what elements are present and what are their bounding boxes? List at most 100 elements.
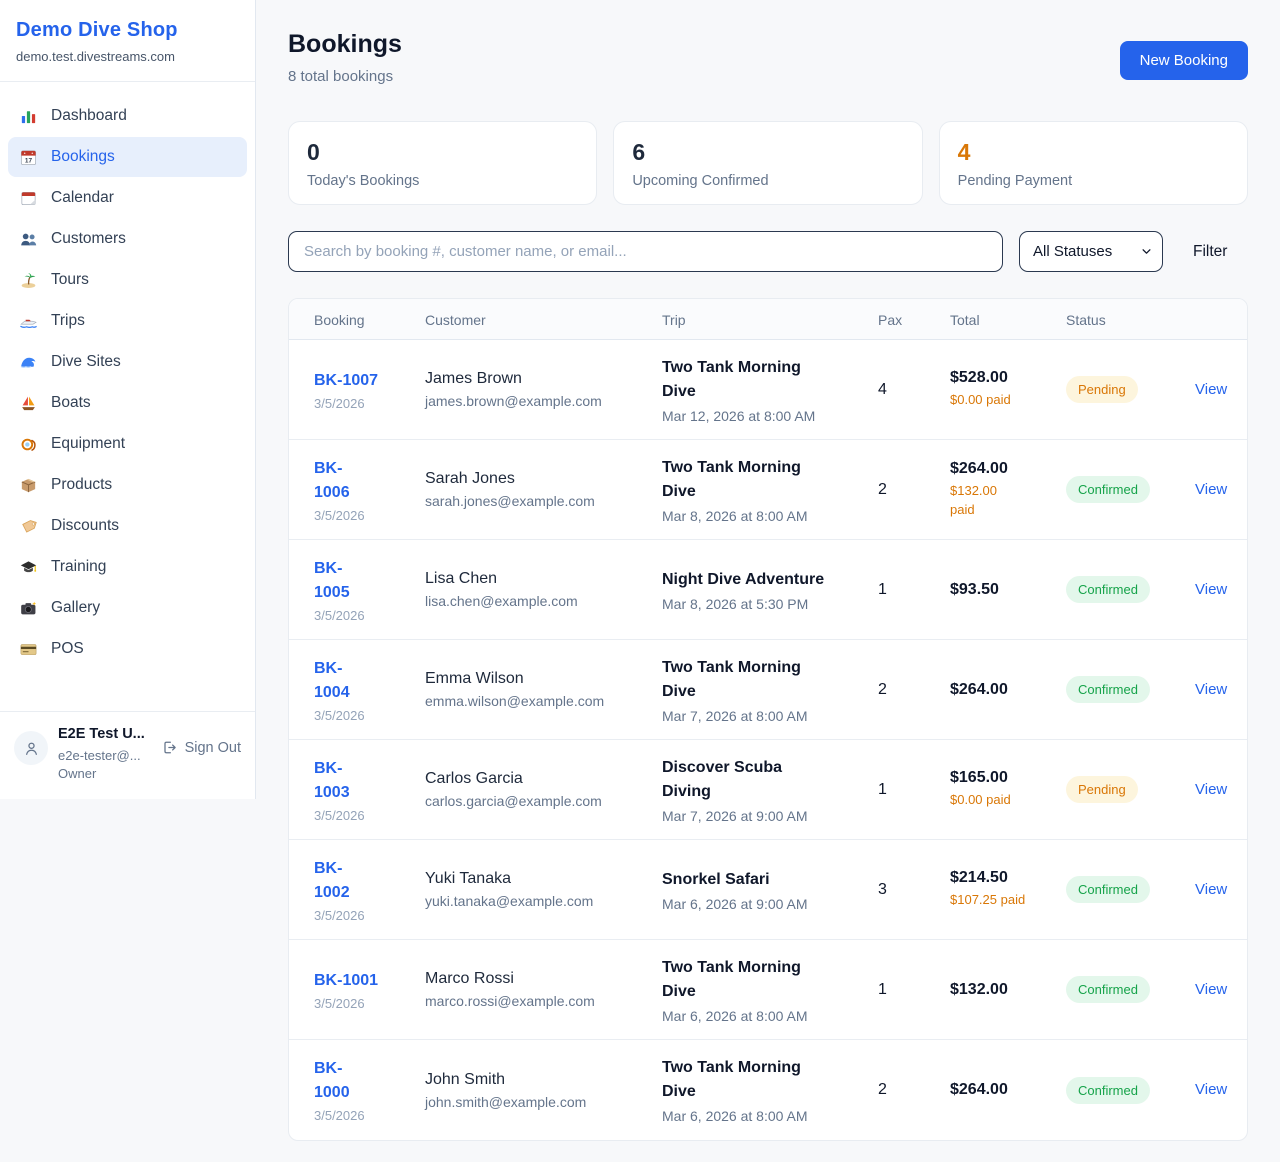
booking-cell: BK- 1004 3/5/2026: [314, 643, 425, 737]
view-link[interactable]: View: [1195, 1081, 1227, 1098]
speedboat-icon: [18, 311, 38, 331]
sidebar-item-boats[interactable]: Boats: [8, 383, 247, 423]
pax-cell: 1: [878, 567, 950, 613]
trip-datetime: Mar 6, 2026 at 8:00 AM: [662, 1008, 868, 1024]
booking-cell: BK-1007 3/5/2026: [314, 355, 425, 425]
booking-date: 3/5/2026: [314, 996, 415, 1011]
booking-id-link[interactable]: BK- 1000: [314, 1057, 415, 1105]
page-subtitle: 8 total bookings: [288, 68, 402, 85]
stat-label: Upcoming Confirmed: [632, 173, 903, 189]
sign-out-button[interactable]: Sign Out: [161, 739, 241, 756]
paid-amount: $107.25 paid: [950, 891, 1056, 910]
status-badge: Confirmed: [1066, 476, 1150, 503]
sidebar-item-equipment[interactable]: Equipment: [8, 424, 247, 464]
total-amount: $93.50: [950, 581, 1056, 599]
col-header-status: Status: [1066, 299, 1195, 339]
booking-id-link[interactable]: BK-1007: [314, 369, 415, 393]
trip-cell: Two Tank Morning Dive Mar 12, 2026 at 8:…: [662, 342, 878, 438]
sidebar-item-trips[interactable]: Trips: [8, 301, 247, 341]
total-cell: $214.50 $107.25 paid: [950, 855, 1066, 924]
table-row: BK- 1003 3/5/2026 Carlos Garcia carlos.g…: [289, 740, 1247, 840]
total-amount: $165.00: [950, 769, 1056, 787]
pax-cell: 1: [878, 967, 950, 1013]
search-input[interactable]: [288, 231, 1003, 272]
trip-cell: Two Tank Morning Dive Mar 7, 2026 at 8:0…: [662, 642, 878, 738]
pax-cell: 1: [878, 767, 950, 813]
calendar-icon: [18, 188, 38, 208]
sidebar-item-customers[interactable]: Customers: [8, 219, 247, 259]
view-link[interactable]: View: [1195, 981, 1227, 998]
actions-cell: View: [1195, 367, 1237, 413]
sidebar-item-calendar[interactable]: Calendar: [8, 178, 247, 218]
sidebar-item-products[interactable]: Products: [8, 465, 247, 505]
stat-value: 6: [632, 139, 903, 166]
sidebar-item-pos[interactable]: POS: [8, 629, 247, 669]
status-cell: Confirmed: [1066, 462, 1195, 517]
booking-id-link[interactable]: BK- 1004: [314, 657, 415, 705]
table-row: BK- 1004 3/5/2026 Emma Wilson emma.wilso…: [289, 640, 1247, 740]
trip-name: Two Tank Morning Dive: [662, 456, 868, 504]
stat-cards: 0 Today's Bookings 6 Upcoming Confirmed …: [288, 121, 1248, 205]
customer-cell: Marco Rossi marco.rossi@example.com: [425, 956, 662, 1023]
main-content: Bookings 8 total bookings New Booking 0 …: [256, 0, 1280, 1141]
trip-datetime: Mar 6, 2026 at 9:00 AM: [662, 896, 868, 912]
trip-cell: Snorkel Safari Mar 6, 2026 at 9:00 AM: [662, 854, 878, 926]
table-row: BK-1007 3/5/2026 James Brown james.brown…: [289, 340, 1247, 440]
trip-datetime: Mar 8, 2026 at 5:30 PM: [662, 596, 868, 612]
table-row: BK-1001 3/5/2026 Marco Rossi marco.rossi…: [289, 940, 1247, 1040]
status-badge: Confirmed: [1066, 576, 1150, 603]
booking-date: 3/5/2026: [314, 508, 415, 523]
booking-id-link[interactable]: BK- 1002: [314, 857, 415, 905]
total-cell: $264.00: [950, 667, 1066, 713]
sailboat-icon: [18, 393, 38, 413]
sidebar-item-training[interactable]: Training: [8, 547, 247, 587]
total-amount: $528.00: [950, 369, 1056, 387]
view-link[interactable]: View: [1195, 581, 1227, 598]
tag-icon: [18, 516, 38, 536]
booking-id-link[interactable]: BK- 1005: [314, 557, 415, 605]
booking-cell: BK-1001 3/5/2026: [314, 955, 425, 1025]
sidebar-item-dashboard[interactable]: Dashboard: [8, 96, 247, 136]
view-link[interactable]: View: [1195, 481, 1227, 498]
booking-date: 3/5/2026: [314, 908, 415, 923]
customer-cell: Lisa Chen lisa.chen@example.com: [425, 556, 662, 623]
view-link[interactable]: View: [1195, 781, 1227, 798]
status-badge: Confirmed: [1066, 976, 1150, 1003]
svg-text:17: 17: [24, 157, 32, 164]
bookings-calendar-icon: 17: [18, 147, 38, 167]
stat-value: 0: [307, 139, 578, 166]
trip-name: Two Tank Morning Dive: [662, 356, 868, 404]
view-link[interactable]: View: [1195, 681, 1227, 698]
booking-cell: BK- 1003 3/5/2026: [314, 743, 425, 837]
sidebar-item-bookings[interactable]: 17 Bookings: [8, 137, 247, 177]
brand-name: Demo Dive Shop: [16, 19, 239, 42]
booking-id-link[interactable]: BK- 1006: [314, 457, 415, 505]
status-badge: Confirmed: [1066, 876, 1150, 903]
sidebar: Demo Dive Shop demo.test.divestreams.com…: [0, 0, 256, 799]
sidebar-item-tours[interactable]: Tours: [8, 260, 247, 300]
status-badge: Pending: [1066, 376, 1138, 403]
table-row: BK- 1005 3/5/2026 Lisa Chen lisa.chen@ex…: [289, 540, 1247, 640]
trip-name: Two Tank Morning Dive: [662, 956, 868, 1004]
sidebar-item-discounts[interactable]: Discounts: [8, 506, 247, 546]
brand-block: Demo Dive Shop demo.test.divestreams.com: [0, 0, 255, 82]
filter-button[interactable]: Filter: [1179, 243, 1241, 261]
total-amount: $132.00: [950, 981, 1056, 999]
sidebar-nav: Dashboard 17 Bookings Calendar Customers…: [0, 82, 255, 711]
brand-domain: demo.test.divestreams.com: [16, 49, 239, 64]
status-cell: Pending: [1066, 762, 1195, 817]
total-cell: $264.00 $132.00 paid: [950, 446, 1066, 534]
status-filter-select[interactable]: All Statuses: [1019, 231, 1163, 272]
sidebar-item-gallery[interactable]: Gallery: [8, 588, 247, 628]
sidebar-item-dive-sites[interactable]: Dive Sites: [8, 342, 247, 382]
booking-id-link[interactable]: BK- 1003: [314, 757, 415, 805]
view-link[interactable]: View: [1195, 381, 1227, 398]
view-link[interactable]: View: [1195, 881, 1227, 898]
status-cell: Confirmed: [1066, 662, 1195, 717]
customer-name: Lisa Chen: [425, 570, 652, 588]
table-body: BK-1007 3/5/2026 James Brown james.brown…: [289, 340, 1247, 1140]
people-icon: [18, 229, 38, 249]
booking-id-link[interactable]: BK-1001: [314, 969, 415, 993]
trip-name: Snorkel Safari: [662, 868, 868, 892]
new-booking-button[interactable]: New Booking: [1120, 41, 1248, 80]
